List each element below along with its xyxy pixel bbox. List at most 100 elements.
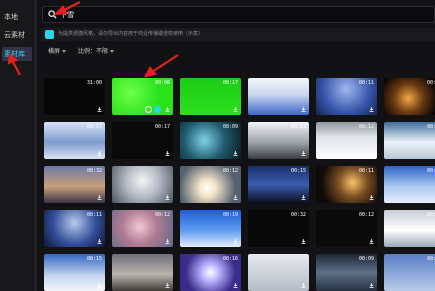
- asset-tile[interactable]: 00:12: [316, 210, 377, 247]
- download-icon[interactable]: [301, 239, 306, 244]
- asset-tile[interactable]: 00:32: [248, 210, 309, 247]
- download-icon[interactable]: [233, 283, 238, 288]
- asset-tile[interactable]: 00:11: [384, 254, 435, 291]
- asset-tile[interactable]: [112, 254, 173, 291]
- shield-icon: [45, 30, 54, 39]
- download-icon[interactable]: [165, 195, 170, 200]
- asset-tile[interactable]: 00:11: [316, 166, 377, 203]
- asset-tile[interactable]: 00:11: [384, 78, 435, 115]
- download-icon[interactable]: [165, 151, 170, 156]
- tile-duration: 00:16: [222, 256, 238, 262]
- sidebar-item-cloud[interactable]: 云素材: [2, 28, 32, 42]
- tile-duration: 00:17: [222, 80, 238, 86]
- main-panel: 下雪 为提供便捷风格，请勿导出内容用于商业传播或侵权使用（示意） 横屏 比例：不…: [37, 0, 435, 291]
- asset-tile[interactable]: 00:17: [180, 78, 241, 115]
- chevron-down-icon: [110, 50, 115, 53]
- download-icon[interactable]: [369, 283, 374, 288]
- download-icon[interactable]: [233, 195, 238, 200]
- tile-duration: 00:11: [426, 80, 435, 86]
- tile-duration: 00:17: [86, 124, 102, 130]
- select-checkbox[interactable]: [145, 106, 152, 113]
- tile-duration: 00:11: [358, 168, 374, 174]
- tile-duration: 00:12: [154, 212, 170, 218]
- download-icon[interactable]: [301, 195, 306, 200]
- tile-duration: 00:12: [222, 168, 238, 174]
- tile-duration: 00:17: [154, 124, 170, 130]
- tile-duration: 00:09: [358, 256, 374, 262]
- tile-duration: 00:12: [358, 212, 374, 218]
- download-icon[interactable]: [97, 195, 102, 200]
- asset-tile[interactable]: 31:00: [44, 78, 105, 115]
- orientation-filter[interactable]: 横屏: [48, 46, 67, 58]
- download-icon[interactable]: [301, 283, 306, 288]
- download-icon[interactable]: [165, 107, 170, 112]
- orientation-filter-label: 横屏: [48, 48, 61, 55]
- download-icon[interactable]: [165, 239, 170, 244]
- tile-duration: 00:11: [86, 212, 102, 218]
- tile-duration: 00:09: [222, 124, 238, 130]
- asset-tile[interactable]: 00:12: [316, 122, 377, 159]
- tile-duration: 00:12: [290, 124, 306, 130]
- asset-tile[interactable]: 00:12: [112, 210, 173, 247]
- asset-tile[interactable]: 00:12: [248, 122, 309, 159]
- asset-tile[interactable]: 00:09: [384, 122, 435, 159]
- tile-duration: 00:11: [358, 80, 374, 86]
- tile-duration: 31:00: [86, 80, 102, 86]
- tile-duration: 00:19: [222, 212, 238, 218]
- search-input[interactable]: 下雪: [42, 6, 435, 23]
- asset-tile[interactable]: [248, 78, 309, 115]
- ratio-filter[interactable]: 比例：不限: [78, 46, 115, 58]
- download-icon[interactable]: [165, 283, 170, 288]
- chevron-down-icon: [62, 50, 67, 53]
- sidebar: 本地 云素材 素材库: [0, 0, 36, 291]
- tile-duration: 00:11: [426, 212, 435, 218]
- download-icon[interactable]: [97, 239, 102, 244]
- download-icon[interactable]: [97, 107, 102, 112]
- sidebar-item-local[interactable]: 本地: [2, 10, 32, 24]
- download-icon[interactable]: [97, 151, 102, 156]
- asset-tile[interactable]: 00:15: [384, 166, 435, 203]
- download-icon[interactable]: [369, 107, 374, 112]
- asset-tile[interactable]: 00:15: [248, 166, 309, 203]
- asset-tile[interactable]: 00:19: [180, 210, 241, 247]
- asset-tile[interactable]: 00:17: [112, 122, 173, 159]
- asset-tile[interactable]: 00:15: [44, 254, 105, 291]
- download-icon[interactable]: [369, 239, 374, 244]
- asset-tile[interactable]: [112, 166, 173, 203]
- download-icon[interactable]: [233, 239, 238, 244]
- tile-duration: 00:15: [86, 256, 102, 262]
- asset-tile[interactable]: [248, 254, 309, 291]
- search-value: 下雪: [60, 11, 74, 19]
- tile-duration: 00:32: [290, 212, 306, 218]
- download-icon[interactable]: [369, 195, 374, 200]
- asset-tile[interactable]: 00:09: [180, 122, 241, 159]
- notice-bar: 为提供便捷风格，请勿导出内容用于商业传播或侵权使用（示意）: [42, 28, 435, 41]
- sidebar-item-library[interactable]: 素材库: [2, 47, 32, 61]
- tile-duration: 00:12: [358, 124, 374, 130]
- download-icon[interactable]: [301, 151, 306, 156]
- download-icon[interactable]: [97, 283, 102, 288]
- asset-tile[interactable]: 00:11: [316, 78, 377, 115]
- tile-duration: 00:15: [290, 168, 306, 174]
- ratio-filter-label: 比例：不限: [78, 48, 109, 55]
- download-icon[interactable]: [301, 107, 306, 112]
- asset-tile[interactable]: 00:16: [180, 254, 241, 291]
- search-icon: [48, 10, 57, 19]
- download-icon[interactable]: [369, 151, 374, 156]
- download-icon[interactable]: [233, 107, 238, 112]
- notice-text: 为提供便捷风格，请勿导出内容用于商业传播或侵权使用（示意）: [58, 31, 204, 37]
- asset-tile[interactable]: 00:12: [180, 166, 241, 203]
- asset-tile[interactable]: 00:11: [384, 210, 435, 247]
- asset-tile[interactable]: 00:06: [112, 78, 173, 115]
- asset-tile[interactable]: 00:11: [44, 210, 105, 247]
- download-icon[interactable]: [233, 151, 238, 156]
- tile-duration: 00:32: [86, 168, 102, 174]
- tile-duration: 00:09: [426, 124, 435, 130]
- asset-tile[interactable]: 00:17: [44, 122, 105, 159]
- tile-duration: 00:11: [426, 256, 435, 262]
- asset-tile[interactable]: 00:32: [44, 166, 105, 203]
- tile-duration: 00:15: [426, 168, 435, 174]
- asset-tile[interactable]: 00:09: [316, 254, 377, 291]
- tile-duration: 00:06: [154, 80, 170, 86]
- add-to-track-icon[interactable]: [154, 106, 161, 113]
